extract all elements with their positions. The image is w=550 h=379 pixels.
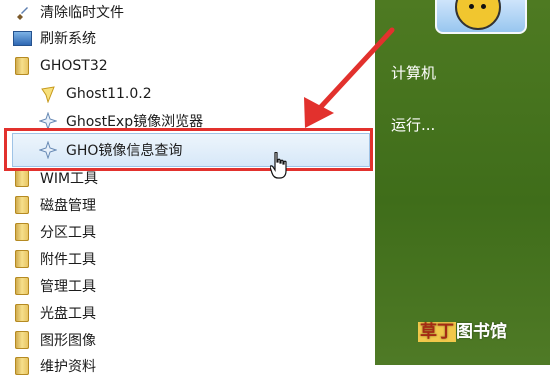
menu-item-partition-tools[interactable]: 分区工具 xyxy=(12,219,96,245)
folder-icon xyxy=(12,249,32,269)
menu-item-ghost11[interactable]: Ghost11.0.2 xyxy=(38,81,152,107)
menu-item-optical-tools[interactable]: 光盘工具 xyxy=(12,300,96,326)
menu-item-label: 清除临时文件 xyxy=(40,5,124,21)
right-item-run[interactable]: 运行... xyxy=(391,114,435,135)
menu-item-label: 管理工具 xyxy=(40,279,96,295)
start-menu-programs-panel: 清除临时文件 刷新系统 GHOST32 Ghost11.0.2 GhostExp… xyxy=(0,0,375,375)
gho-info-icon xyxy=(38,140,58,160)
menu-item-gho-info[interactable]: GHO镜像信息查询 xyxy=(38,137,182,163)
mouse-cursor-icon xyxy=(270,152,287,179)
menu-item-graphics[interactable]: 图形图像 xyxy=(12,327,96,353)
user-avatar[interactable] xyxy=(435,0,527,34)
folder-icon xyxy=(12,356,32,376)
menu-item-label: 磁盘管理 xyxy=(40,198,96,214)
folder-icon xyxy=(12,222,32,242)
menu-item-label: GHO镜像信息查询 xyxy=(66,143,183,159)
ghostexp-icon xyxy=(38,111,58,131)
right-item-computer[interactable]: 计算机 xyxy=(391,62,436,83)
menu-item-label: 刷新系统 xyxy=(40,31,96,47)
menu-item-disk-management[interactable]: 磁盘管理 xyxy=(12,192,96,218)
folder-icon xyxy=(12,168,32,188)
folder-icon xyxy=(12,330,32,350)
avatar-face-icon xyxy=(455,0,501,30)
avatar-eye-icon xyxy=(469,4,474,9)
folder-icon xyxy=(12,56,32,76)
folder-icon xyxy=(12,303,32,323)
avatar-eye-icon xyxy=(481,4,486,9)
watermark-rest: 图书馆 xyxy=(456,322,507,342)
menu-item-label: GHOST32 xyxy=(40,58,108,74)
menu-item-label: 图形图像 xyxy=(40,333,96,349)
folder-icon xyxy=(12,276,32,296)
menu-item-label: Ghost11.0.2 xyxy=(66,86,152,102)
brush-icon xyxy=(12,2,32,22)
ghost-icon xyxy=(38,84,58,104)
menu-item-maintenance-docs[interactable]: 维护资料 xyxy=(12,353,96,379)
menu-item-ghost32-folder[interactable]: GHOST32 xyxy=(12,53,108,79)
watermark: 草丁 图书馆 xyxy=(418,317,507,342)
menu-item-accessory-tools[interactable]: 附件工具 xyxy=(12,246,96,272)
menu-item-label: 光盘工具 xyxy=(40,306,96,322)
menu-item-clear-temp[interactable]: 清除临时文件 xyxy=(12,0,124,25)
menu-item-label: 分区工具 xyxy=(40,225,96,241)
menu-item-label: 附件工具 xyxy=(40,252,96,268)
folder-icon xyxy=(12,195,32,215)
refresh-icon xyxy=(12,28,32,48)
menu-item-refresh-system[interactable]: 刷新系统 xyxy=(12,25,96,51)
menu-item-label: GhostExp镜像浏览器 xyxy=(66,114,204,130)
menu-item-label: WIM工具 xyxy=(40,171,99,187)
menu-item-admin-tools[interactable]: 管理工具 xyxy=(12,273,96,299)
menu-item-ghostexp[interactable]: GhostExp镜像浏览器 xyxy=(38,108,203,134)
menu-item-wim-tools[interactable]: WIM工具 xyxy=(12,165,98,191)
watermark-brand: 草丁 xyxy=(418,322,456,342)
menu-item-label: 维护资料 xyxy=(40,359,96,375)
start-menu-right-panel xyxy=(375,0,550,365)
